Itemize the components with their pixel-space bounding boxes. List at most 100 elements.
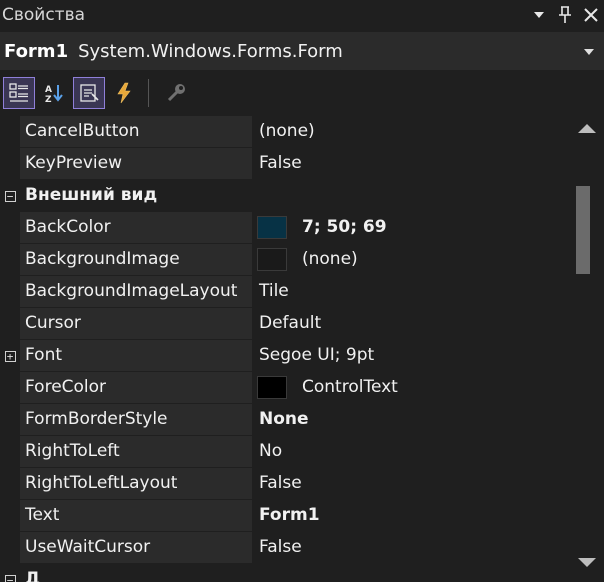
- row-gutter: [0, 436, 20, 468]
- property-row[interactable]: KeyPreview False: [0, 148, 570, 180]
- property-grid: CancelButton (none) KeyPreview False − Внешни…: [0, 116, 570, 582]
- property-row[interactable]: Text Form1: [0, 500, 570, 532]
- property-value[interactable]: No: [254, 436, 570, 467]
- close-icon[interactable]: [578, 2, 604, 28]
- properties-icon[interactable]: [73, 77, 105, 109]
- property-row[interactable]: CancelButton (none): [0, 116, 570, 148]
- property-value[interactable]: False: [254, 148, 570, 179]
- row-gutter: [0, 276, 20, 308]
- property-value-text: Segoe UI; 9pt: [259, 345, 375, 365]
- property-name: KeyPreview: [20, 148, 252, 179]
- property-value-text: False: [259, 473, 302, 493]
- row-gutter: [0, 244, 20, 276]
- category-row[interactable]: − Д: [0, 564, 570, 582]
- property-value-text: None: [259, 409, 309, 429]
- property-name: BackgroundImageLayout: [20, 276, 252, 307]
- property-value-text: (none): [259, 121, 315, 141]
- property-row[interactable]: RightToLeftLayout False: [0, 468, 570, 500]
- expand-icon[interactable]: +: [4, 350, 16, 362]
- row-gutter: [0, 500, 20, 532]
- row-gutter: [0, 308, 20, 340]
- events-icon[interactable]: [108, 77, 140, 109]
- window-position-icon[interactable]: [526, 2, 552, 28]
- property-value[interactable]: ControlText: [254, 372, 570, 403]
- property-value-text: 7; 50; 69: [302, 217, 387, 237]
- category-label: Д: [20, 564, 570, 582]
- row-gutter: [0, 212, 20, 244]
- pin-icon[interactable]: [552, 2, 578, 28]
- property-value[interactable]: Segoe UI; 9pt: [254, 340, 570, 371]
- property-value-text: False: [259, 537, 302, 557]
- scroll-up-icon[interactable]: [578, 124, 596, 133]
- property-name: CancelButton: [20, 116, 252, 147]
- row-gutter: −: [0, 180, 20, 212]
- row-gutter: −: [0, 564, 20, 582]
- property-value-text: No: [259, 441, 283, 461]
- scroll-thumb[interactable]: [576, 186, 590, 274]
- object-type: System.Windows.Forms.Form: [78, 40, 343, 62]
- collapse-icon[interactable]: −: [4, 190, 16, 202]
- property-value-text: (none): [302, 249, 358, 269]
- scroll-down-icon[interactable]: [578, 558, 596, 567]
- property-name: UseWaitCursor: [20, 532, 252, 563]
- property-value[interactable]: 7; 50; 69: [254, 212, 570, 243]
- svg-text:Z: Z: [45, 95, 52, 104]
- property-name: Font: [20, 340, 252, 371]
- property-name: ForeColor: [20, 372, 252, 403]
- property-value[interactable]: (none): [254, 244, 570, 275]
- alphabetical-icon[interactable]: A Z: [38, 77, 70, 109]
- property-row[interactable]: UseWaitCursor False: [0, 532, 570, 564]
- object-name: Form1: [4, 40, 69, 62]
- category-row[interactable]: − Внешний вид: [0, 180, 570, 212]
- property-value-text: False: [259, 153, 302, 173]
- panel-titlebar: Свойства: [0, 0, 604, 30]
- property-name: Cursor: [20, 308, 252, 339]
- property-row[interactable]: + Font Segoe UI; 9pt: [0, 340, 570, 372]
- categorized-icon[interactable]: [3, 77, 35, 109]
- row-gutter: [0, 532, 20, 564]
- property-pages-icon[interactable]: [160, 77, 192, 109]
- property-value[interactable]: False: [254, 532, 570, 563]
- property-name: BackgroundImage: [20, 244, 252, 275]
- collapse-icon[interactable]: −: [4, 574, 16, 582]
- color-swatch: [257, 216, 287, 239]
- property-row[interactable]: BackgroundImage (none): [0, 244, 570, 276]
- property-row[interactable]: ForeColor ControlText: [0, 372, 570, 404]
- property-name: Text: [20, 500, 252, 531]
- row-gutter: [0, 148, 20, 180]
- row-gutter: [0, 404, 20, 436]
- property-value[interactable]: False: [254, 468, 570, 499]
- row-gutter: [0, 116, 20, 148]
- object-selector[interactable]: Form1 System.Windows.Forms.Form: [0, 32, 604, 70]
- properties-toolbar: A Z: [0, 72, 604, 114]
- property-value[interactable]: None: [254, 404, 570, 435]
- panel-title: Свойства: [2, 5, 86, 25]
- color-swatch: [257, 248, 287, 271]
- property-row[interactable]: FormBorderStyle None: [0, 404, 570, 436]
- property-value-text: ControlText: [302, 377, 398, 397]
- property-name: BackColor: [20, 212, 252, 243]
- property-name: RightToLeftLayout: [20, 468, 252, 499]
- property-value[interactable]: Default: [254, 308, 570, 339]
- property-value-text: Form1: [259, 505, 320, 525]
- toolbar-separator: [148, 79, 149, 107]
- row-gutter: [0, 372, 20, 404]
- svg-text:A: A: [45, 85, 52, 95]
- property-value[interactable]: (none): [254, 116, 570, 147]
- property-row[interactable]: BackColor 7; 50; 69: [0, 212, 570, 244]
- property-row[interactable]: RightToLeft No: [0, 436, 570, 468]
- color-swatch: [257, 376, 287, 399]
- property-row[interactable]: Cursor Default: [0, 308, 570, 340]
- property-value[interactable]: Form1: [254, 500, 570, 531]
- property-value[interactable]: Tile: [254, 276, 570, 307]
- property-row[interactable]: BackgroundImageLayout Tile: [0, 276, 570, 308]
- panel-controls: [526, 0, 604, 30]
- property-name: RightToLeft: [20, 436, 252, 467]
- property-value-text: Tile: [259, 281, 289, 301]
- row-gutter: [0, 468, 20, 500]
- property-value-text: Default: [259, 313, 322, 333]
- vertical-scrollbar[interactable]: [570, 116, 604, 582]
- property-name: FormBorderStyle: [20, 404, 252, 435]
- chevron-down-icon[interactable]: [584, 44, 594, 58]
- row-gutter: +: [0, 340, 20, 372]
